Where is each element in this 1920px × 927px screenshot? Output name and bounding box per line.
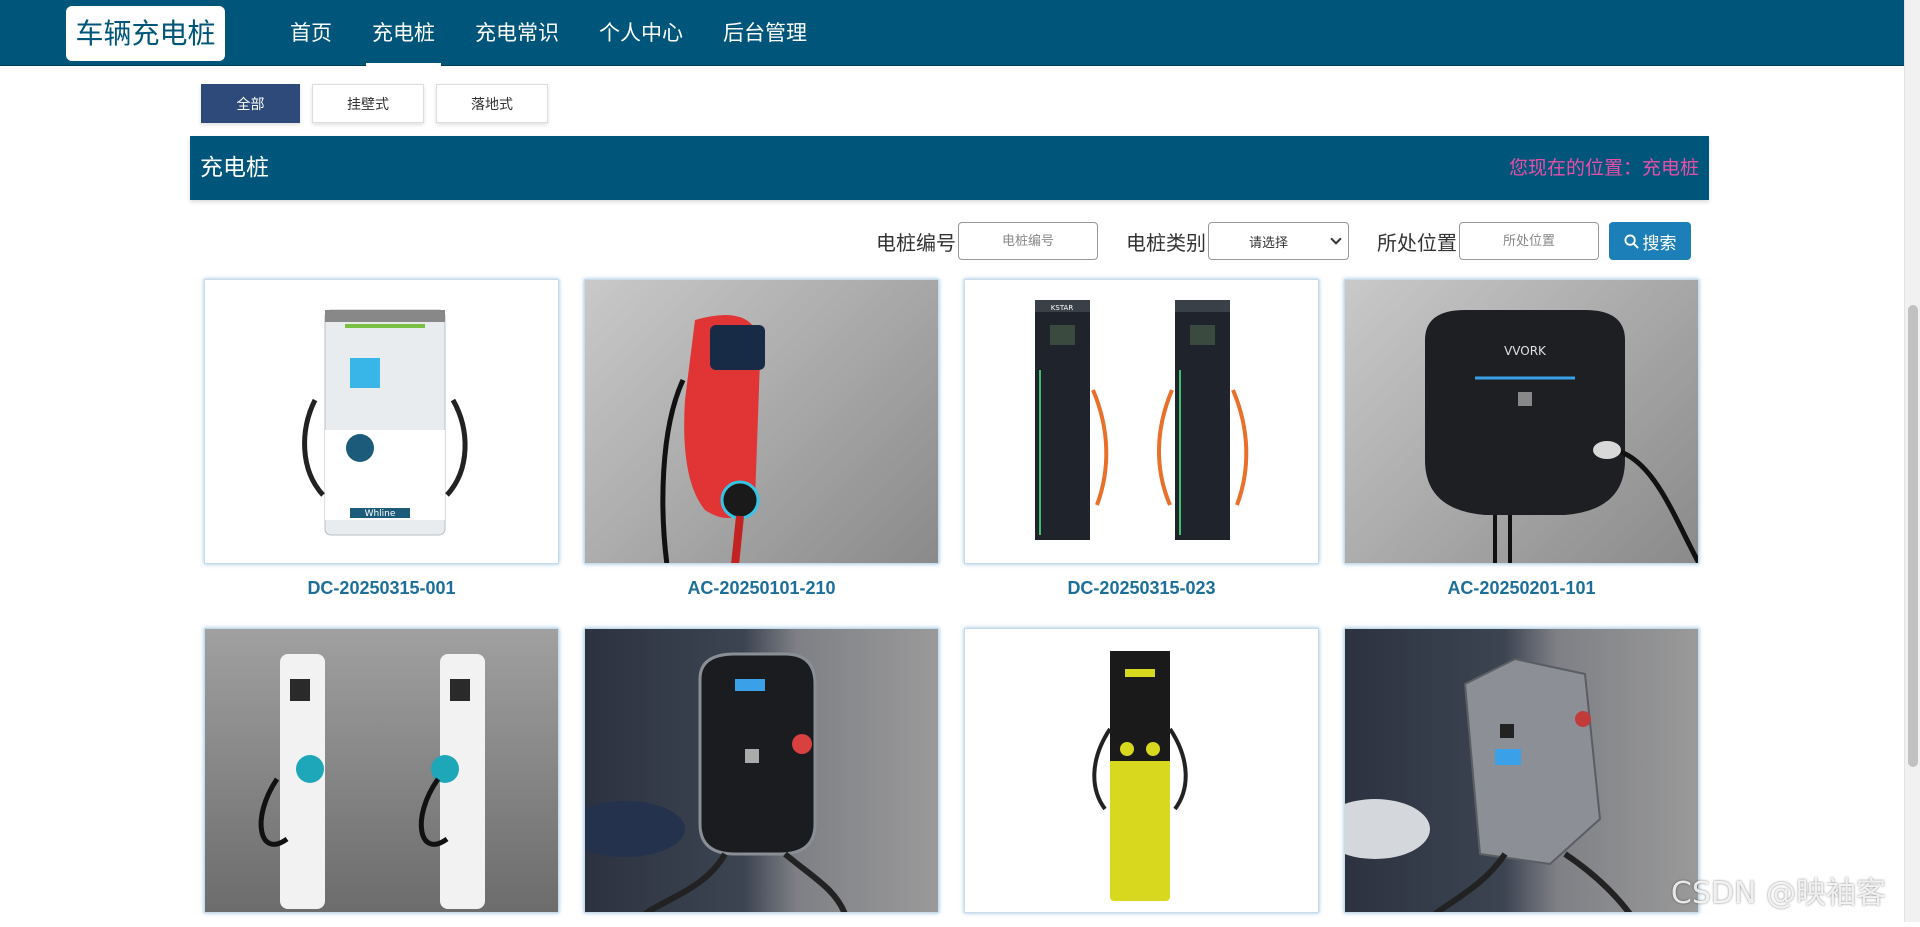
filter-floor-standing-button[interactable]: 落地式 xyxy=(436,84,548,123)
search-icon xyxy=(1624,234,1639,249)
card1-brand: Whline xyxy=(365,509,396,519)
nav-admin[interactable]: 后台管理 xyxy=(707,0,823,66)
card3-brand: KSTAR xyxy=(1051,304,1074,312)
pile-card[interactable]: KSTAR DC-20250315-023 xyxy=(964,279,1319,599)
location-input[interactable] xyxy=(1459,222,1599,260)
pile-card[interactable]: Whline DC-20250315-001 xyxy=(204,279,559,599)
pile-card[interactable] xyxy=(964,628,1319,927)
top-navbar: 车辆充电桩 首页 充电桩 充电常识 个人中心 后台管理 xyxy=(0,0,1904,66)
pile-card[interactable] xyxy=(204,628,559,927)
pile-code[interactable]: AC-20250101-210 xyxy=(584,578,939,599)
pile-image[interactable] xyxy=(1344,628,1699,913)
section-title: 充电桩 xyxy=(200,136,269,200)
nav-charging-piles[interactable]: 充电桩 xyxy=(356,0,451,66)
type-select-value: 请选择 xyxy=(1249,232,1288,251)
yellow-charger-illustration xyxy=(965,629,1319,913)
pile-image[interactable]: Whline xyxy=(204,279,559,564)
chevron-down-icon xyxy=(1330,233,1341,244)
type-label: 电桩类别 xyxy=(1126,227,1206,256)
page-scrollbar[interactable] xyxy=(1904,0,1920,922)
main-nav: 首页 充电桩 充电常识 个人中心 后台管理 xyxy=(274,0,831,66)
nav-charging-knowledge[interactable]: 充电常识 xyxy=(459,0,575,66)
pile-code[interactable]: DC-20250315-001 xyxy=(204,578,559,599)
section-header: 充电桩 您现在的位置：充电桩 xyxy=(190,136,1709,200)
site-logo[interactable]: 车辆充电桩 xyxy=(66,6,225,61)
nav-home[interactable]: 首页 xyxy=(274,0,348,66)
search-bar: 电桩编号 电桩类别 请选择 所处位置 搜索 xyxy=(876,222,1691,260)
pile-image[interactable] xyxy=(204,628,559,913)
dual-dc-charger-illustration: KSTAR xyxy=(965,280,1319,564)
dc-charger-illustration: Whline xyxy=(205,280,559,564)
filter-wall-mounted-button[interactable]: 挂壁式 xyxy=(312,84,424,123)
pile-code[interactable]: DC-20250315-023 xyxy=(964,578,1319,599)
location-label: 所处位置 xyxy=(1377,227,1457,256)
pile-image[interactable] xyxy=(584,628,939,913)
pile-card[interactable] xyxy=(584,628,939,927)
search-button[interactable]: 搜索 xyxy=(1609,222,1691,260)
search-button-label: 搜索 xyxy=(1643,229,1677,254)
breadcrumb: 您现在的位置：充电桩 xyxy=(1509,136,1699,200)
wall-charger-silver-illustration xyxy=(1345,629,1699,913)
pile-card[interactable]: AC-20250101-210 xyxy=(584,279,939,599)
code-input[interactable] xyxy=(958,222,1098,260)
code-label: 电桩编号 xyxy=(876,227,956,256)
pile-image[interactable] xyxy=(584,279,939,564)
pile-code[interactable]: AC-20250201-101 xyxy=(1344,578,1699,599)
pile-image[interactable] xyxy=(964,628,1319,913)
wall-charger-black-illustration: VVORK xyxy=(1345,280,1699,564)
filter-all-button[interactable]: 全部 xyxy=(201,84,300,123)
card4-brand: VVORK xyxy=(1504,344,1547,358)
csdn-watermark: CSDN @映袖客 xyxy=(1671,868,1886,912)
type-select[interactable]: 请选择 xyxy=(1208,222,1349,260)
pile-image[interactable]: VVORK xyxy=(1344,279,1699,564)
category-filters: 全部 挂壁式 落地式 xyxy=(201,84,560,123)
pile-image[interactable]: KSTAR xyxy=(964,279,1319,564)
dual-white-charger-illustration xyxy=(205,629,559,913)
wall-charger-red-illustration xyxy=(585,280,939,564)
pile-card[interactable] xyxy=(1344,628,1699,927)
wall-charger-dark-illustration xyxy=(585,629,939,913)
nav-personal-center[interactable]: 个人中心 xyxy=(583,0,699,66)
scrollbar-thumb[interactable] xyxy=(1908,305,1918,767)
pile-card[interactable]: VVORK AC-20250201-101 xyxy=(1344,279,1699,599)
